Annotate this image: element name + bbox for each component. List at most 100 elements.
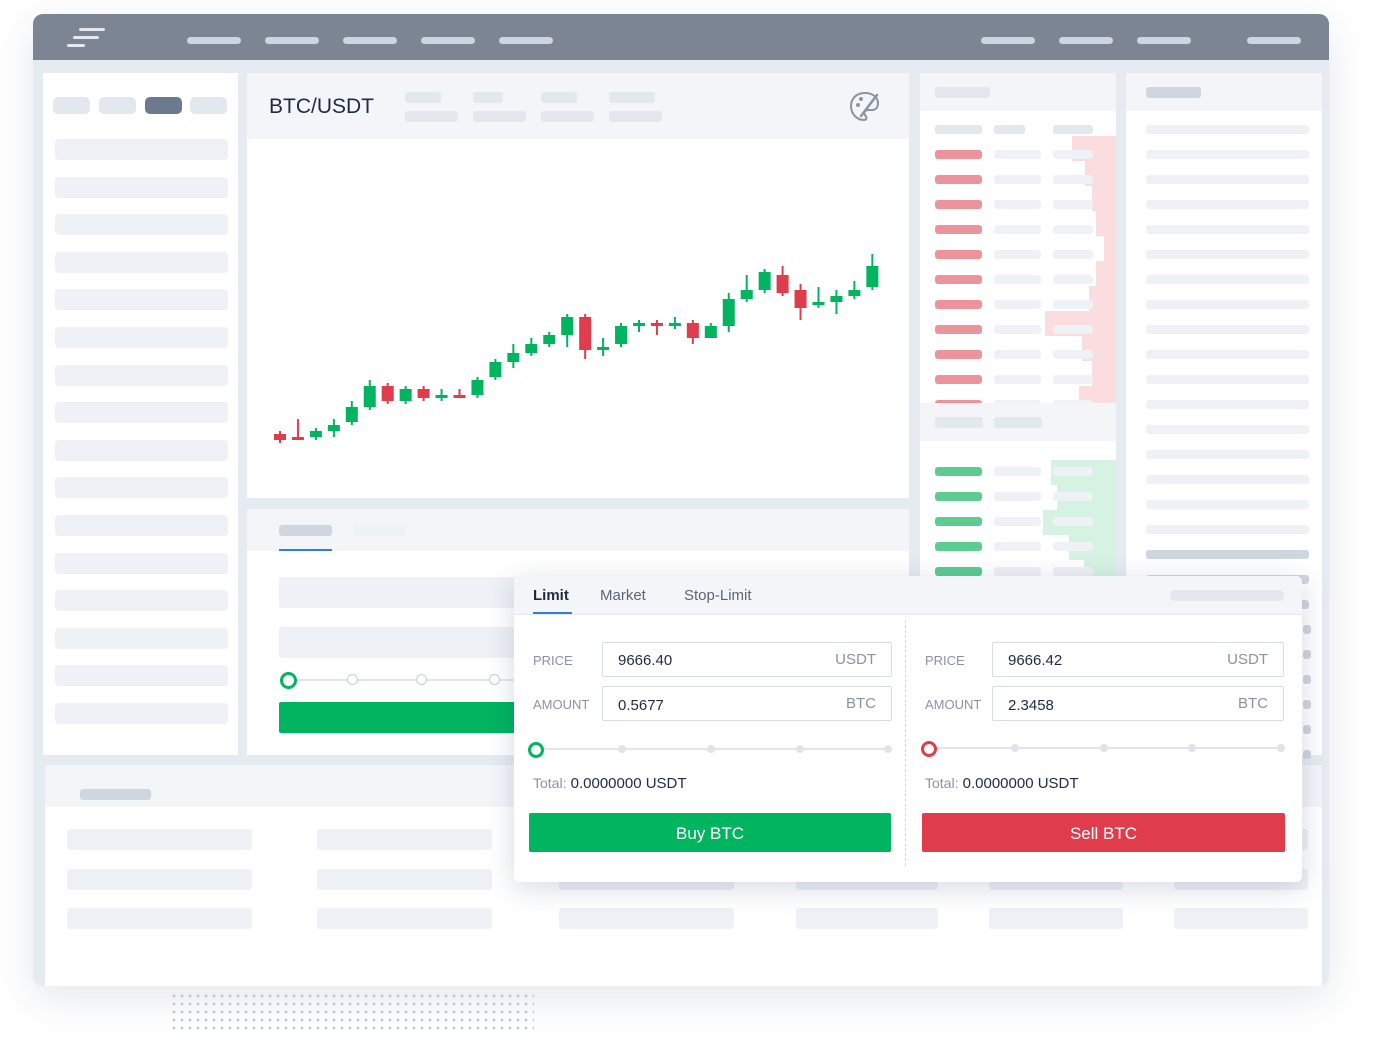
market-row[interactable] <box>55 703 228 724</box>
market-tab[interactable] <box>53 97 90 114</box>
candle-down <box>794 284 807 320</box>
trade-row <box>1146 225 1309 234</box>
trade-row <box>1146 175 1309 184</box>
market-row[interactable] <box>55 289 228 311</box>
buy-total-unit: USDT <box>645 775 687 792</box>
sell-amount-input[interactable]: 2.3458 BTC <box>992 686 1284 721</box>
nav-item[interactable] <box>421 37 475 44</box>
order-tab-active[interactable] <box>279 525 332 536</box>
market-row[interactable] <box>55 439 228 461</box>
sell-slider-dot[interactable] <box>1188 744 1196 752</box>
candle-up <box>327 419 340 437</box>
buy-slider-dot[interactable] <box>707 745 715 753</box>
nav-item[interactable] <box>1059 37 1113 44</box>
column-header <box>935 125 982 134</box>
sell-button[interactable]: Sell BTC <box>922 813 1285 852</box>
candle-down <box>579 314 592 359</box>
candle-up <box>758 269 771 293</box>
nav-item[interactable] <box>981 37 1035 44</box>
market-row[interactable] <box>55 590 228 612</box>
order-tab[interactable] <box>353 525 406 536</box>
buy-price-input[interactable]: 9666.40 USDT <box>602 642 892 677</box>
buy-total-value: 0.0000000 <box>570 775 642 792</box>
market-row[interactable] <box>55 402 228 424</box>
balance-placeholder <box>1170 590 1284 601</box>
ticker-label <box>609 92 655 103</box>
nav-item[interactable] <box>187 37 241 44</box>
market-row[interactable] <box>55 477 228 499</box>
ask-price <box>935 150 982 159</box>
candle-body <box>579 317 592 350</box>
candle-body <box>686 323 699 338</box>
market-row[interactable] <box>55 364 228 386</box>
nav-item[interactable] <box>343 37 397 44</box>
market-tab-active[interactable] <box>145 97 182 114</box>
market-row[interactable] <box>55 515 228 536</box>
market-tab[interactable] <box>190 97 227 114</box>
table-cell <box>317 908 492 929</box>
ask-amount <box>994 225 1041 234</box>
slider-dot[interactable] <box>489 674 500 685</box>
slider-dot[interactable] <box>347 674 358 685</box>
spread-value <box>994 417 1042 428</box>
sell-slider-dot[interactable] <box>1011 744 1019 752</box>
buy-slider-dot[interactable] <box>796 745 804 753</box>
nav-item[interactable] <box>1247 37 1301 44</box>
market-list-panel <box>43 73 238 755</box>
palette-icon[interactable] <box>847 89 883 125</box>
ask-total <box>1053 250 1093 259</box>
menu-icon[interactable] <box>67 28 107 50</box>
buy-button[interactable]: Buy BTC <box>529 813 891 852</box>
market-row[interactable] <box>55 552 228 574</box>
market-row[interactable] <box>55 214 228 236</box>
buy-slider-dot[interactable] <box>884 745 892 753</box>
candle-up <box>345 401 358 425</box>
slider-dot[interactable] <box>416 674 427 685</box>
market-row[interactable] <box>55 251 228 273</box>
trade-row-edge <box>1303 725 1311 734</box>
sell-total-label: Total: <box>925 775 959 791</box>
nav-item[interactable] <box>1137 37 1191 44</box>
trade-row <box>1146 300 1309 309</box>
sell-slider-knob[interactable] <box>921 741 937 757</box>
tab-limit[interactable]: Limit <box>533 587 569 604</box>
pair-title: BTC/USDT <box>269 95 374 118</box>
tab-stop-limit[interactable]: Stop-Limit <box>684 587 752 604</box>
table-cell <box>67 829 252 850</box>
market-row[interactable] <box>55 665 228 687</box>
market-row[interactable] <box>55 327 228 348</box>
sell-slider-dot[interactable] <box>1100 744 1108 752</box>
market-row[interactable] <box>55 176 228 198</box>
buy-amount-unit: BTC <box>846 695 876 712</box>
candle-up <box>668 317 681 329</box>
buy-amount-value: 0.5677 <box>618 697 664 714</box>
buy-slider-dot[interactable] <box>618 745 626 753</box>
ask-amount <box>994 150 1041 159</box>
ticker-value <box>609 111 662 122</box>
buy-amount-input[interactable]: 0.5677 BTC <box>602 686 892 721</box>
ask-depth-bar <box>1091 186 1116 211</box>
nav-item[interactable] <box>265 37 319 44</box>
candle-body <box>291 437 304 440</box>
candle-down <box>686 320 699 344</box>
sell-price-input[interactable]: 9666.42 USDT <box>992 642 1284 677</box>
buy-price-unit: USDT <box>835 651 876 668</box>
candle-up <box>543 332 556 347</box>
candle-up <box>866 254 879 290</box>
market-row[interactable] <box>55 627 228 649</box>
sell-slider-dot[interactable] <box>1277 744 1285 752</box>
ask-price <box>935 350 982 359</box>
market-row[interactable] <box>55 139 228 160</box>
bid-amount <box>994 467 1041 476</box>
nav-item[interactable] <box>499 37 553 44</box>
table-cell <box>67 908 252 929</box>
bid-amount <box>994 492 1041 501</box>
buy-slider-knob[interactable] <box>528 742 544 758</box>
slider-knob[interactable] <box>280 672 297 689</box>
market-tab[interactable] <box>99 97 136 114</box>
tab-underline <box>279 549 332 551</box>
ask-total <box>1053 200 1093 209</box>
candle-body <box>758 272 771 290</box>
tab-market[interactable]: Market <box>600 587 646 604</box>
candle-up <box>525 338 538 356</box>
